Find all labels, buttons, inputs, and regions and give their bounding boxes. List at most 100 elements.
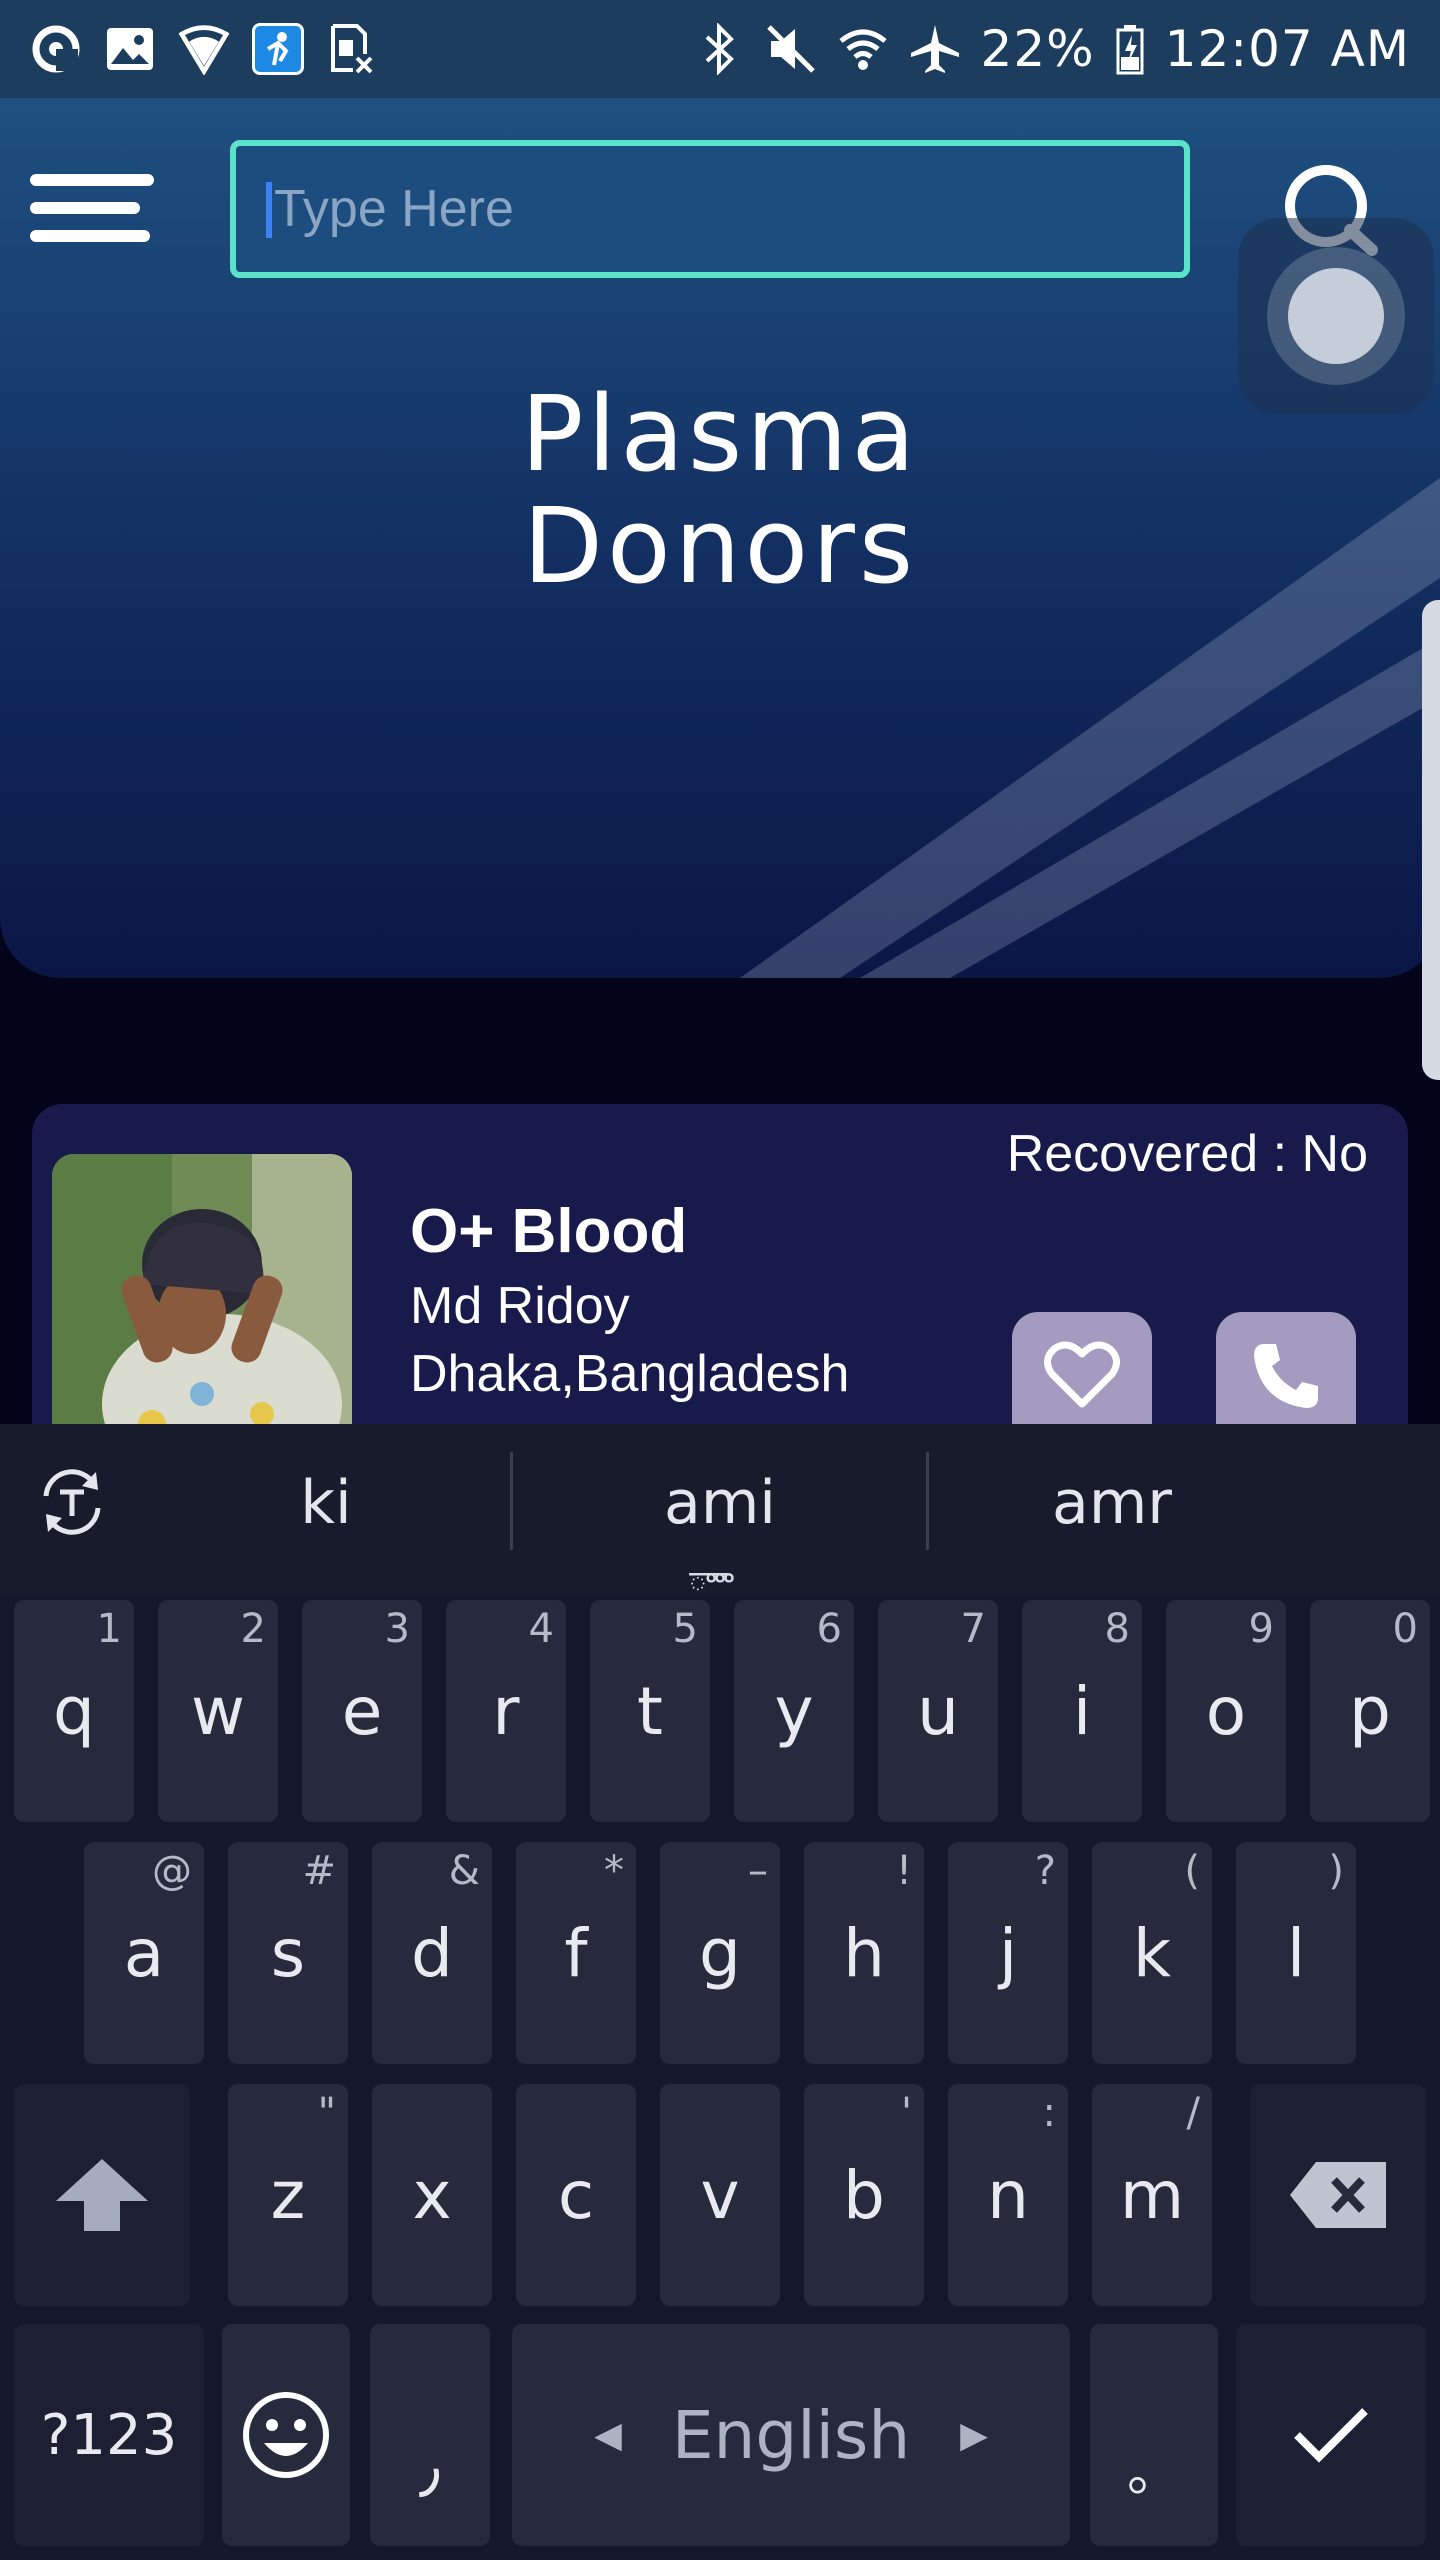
menu-bar-middle xyxy=(30,202,140,214)
key-label: w xyxy=(191,1672,245,1750)
key-w[interactable]: w2 xyxy=(158,1600,278,1822)
key-i[interactable]: i8 xyxy=(1022,1600,1142,1822)
key-hint: ' xyxy=(901,2090,912,2136)
comma-key[interactable]: ٫ xyxy=(370,2324,490,2546)
secure-wifi-icon xyxy=(178,23,230,75)
bluetooth-icon xyxy=(693,23,745,75)
key-label: e xyxy=(341,1672,383,1750)
page-title-line1: Plasma xyxy=(520,373,920,495)
key-s[interactable]: s # xyxy=(228,1842,348,2064)
edge-panel-handle[interactable] xyxy=(1422,600,1440,1080)
shift-key[interactable] xyxy=(14,2084,190,2306)
key-hint: 3 xyxy=(384,1606,410,1652)
menu-bar-bottom xyxy=(30,230,150,242)
key-hint: 9 xyxy=(1248,1606,1274,1652)
key-label: x xyxy=(412,2156,452,2234)
key-hint: ( xyxy=(1184,1848,1200,1894)
assistive-touch-button[interactable] xyxy=(1238,218,1434,414)
key-hint: ! xyxy=(895,1848,912,1894)
heart-icon xyxy=(1044,1341,1120,1408)
key-hint: ? xyxy=(1034,1848,1056,1894)
key-a[interactable]: a @ xyxy=(84,1842,204,2064)
assistive-touch-dot xyxy=(1288,268,1384,364)
language-left-arrow: ◀ xyxy=(594,2414,622,2456)
key-h[interactable]: h! xyxy=(804,1842,924,2064)
emoji-key[interactable] xyxy=(222,2324,350,2546)
key-label: d xyxy=(411,1914,453,1992)
key-label: l xyxy=(1286,1914,1306,1992)
system-status: 22% 12:07 AM xyxy=(693,20,1410,78)
fitness-app-icon xyxy=(252,23,304,75)
key-label: g xyxy=(699,1914,741,1992)
key-label: f xyxy=(564,1914,588,1992)
key-o[interactable]: o9 xyxy=(1166,1600,1286,1822)
key-u[interactable]: u7 xyxy=(878,1600,998,1822)
sim-off-icon xyxy=(326,23,378,75)
key-l[interactable]: l) xyxy=(1236,1842,1356,2064)
key-n[interactable]: n: xyxy=(948,2084,1068,2306)
checkmark-icon xyxy=(1294,2408,1368,2463)
recovered-status: Recovered : No xyxy=(1006,1125,1368,1183)
menu-button[interactable] xyxy=(30,164,154,248)
suggestion-3[interactable]: amr xyxy=(962,1468,1262,1538)
key-x[interactable]: x xyxy=(372,2084,492,2306)
key-label: c xyxy=(557,2156,595,2234)
key-p[interactable]: p0 xyxy=(1310,1600,1430,1822)
emoji-icon xyxy=(243,2392,329,2478)
key-label: i xyxy=(1072,1672,1092,1750)
key-d[interactable]: d & xyxy=(372,1842,492,2064)
key-q[interactable]: q1 xyxy=(14,1600,134,1822)
search-box xyxy=(230,140,1190,278)
key-f[interactable]: f * xyxy=(516,1842,636,2064)
key-label: p xyxy=(1349,1672,1391,1750)
key-label: z xyxy=(270,2156,306,2234)
phone-icon xyxy=(1254,1344,1318,1408)
header-banner: Plasma Donors xyxy=(0,98,1440,978)
assistive-touch-ring xyxy=(1267,247,1405,385)
key-hint: # xyxy=(302,1848,336,1894)
status-bar: 22% 12:07 AM xyxy=(0,0,1440,98)
menu-bar-top xyxy=(30,174,154,186)
period-key[interactable]: 。 xyxy=(1090,2324,1218,2546)
image-icon xyxy=(104,23,156,75)
suggestion-divider xyxy=(926,1452,929,1550)
key-hint: 4 xyxy=(528,1606,554,1652)
search-input[interactable] xyxy=(236,146,1184,272)
key-label: k xyxy=(1132,1914,1172,1992)
key-label: v xyxy=(700,2156,740,2234)
key-t[interactable]: t5 xyxy=(590,1600,710,1822)
symbols-key[interactable]: ?123 xyxy=(14,2324,204,2546)
backspace-icon xyxy=(1290,2162,1386,2228)
wifi-icon xyxy=(837,23,889,75)
key-k[interactable]: k( xyxy=(1092,1842,1212,2064)
key-hint: & xyxy=(448,1848,480,1894)
key-c[interactable]: c xyxy=(516,2084,636,2306)
donor-card[interactable]: Recovered : No O+ Blood Md Ridoy Dhaka,B… xyxy=(32,1104,1408,1464)
key-e[interactable]: e3 xyxy=(302,1600,422,1822)
key-hint: @ xyxy=(152,1848,192,1894)
key-z[interactable]: z " xyxy=(228,2084,348,2306)
key-b[interactable]: b ' xyxy=(804,2084,924,2306)
key-v[interactable]: v xyxy=(660,2084,780,2306)
key-g[interactable]: g – xyxy=(660,1842,780,2064)
notification-icons xyxy=(30,23,378,75)
backspace-key[interactable] xyxy=(1250,2084,1426,2306)
key-hint: ) xyxy=(1328,1848,1344,1894)
key-r[interactable]: r4 xyxy=(446,1600,566,1822)
page-title: Plasma Donors xyxy=(0,378,1440,602)
key-label: r xyxy=(492,1672,520,1750)
key-j[interactable]: j? xyxy=(948,1842,1068,2064)
key-hint: 6 xyxy=(816,1606,842,1652)
enter-key[interactable] xyxy=(1236,2324,1426,2546)
key-hint: 2 xyxy=(240,1606,266,1652)
key-label: n xyxy=(987,2156,1029,2234)
suggestion-2[interactable]: ami xyxy=(570,1468,870,1538)
key-m[interactable]: m / xyxy=(1092,2084,1212,2306)
blood-group: O+ Blood xyxy=(410,1197,688,1266)
suggestion-1[interactable]: ki xyxy=(176,1468,476,1538)
key-hint: 7 xyxy=(960,1606,986,1652)
space-key[interactable]: ◀ English ▶ xyxy=(512,2324,1070,2546)
key-y[interactable]: y6 xyxy=(734,1600,854,1822)
language-right-arrow: ▶ xyxy=(960,2414,988,2456)
translate-button[interactable] xyxy=(36,1466,108,1543)
